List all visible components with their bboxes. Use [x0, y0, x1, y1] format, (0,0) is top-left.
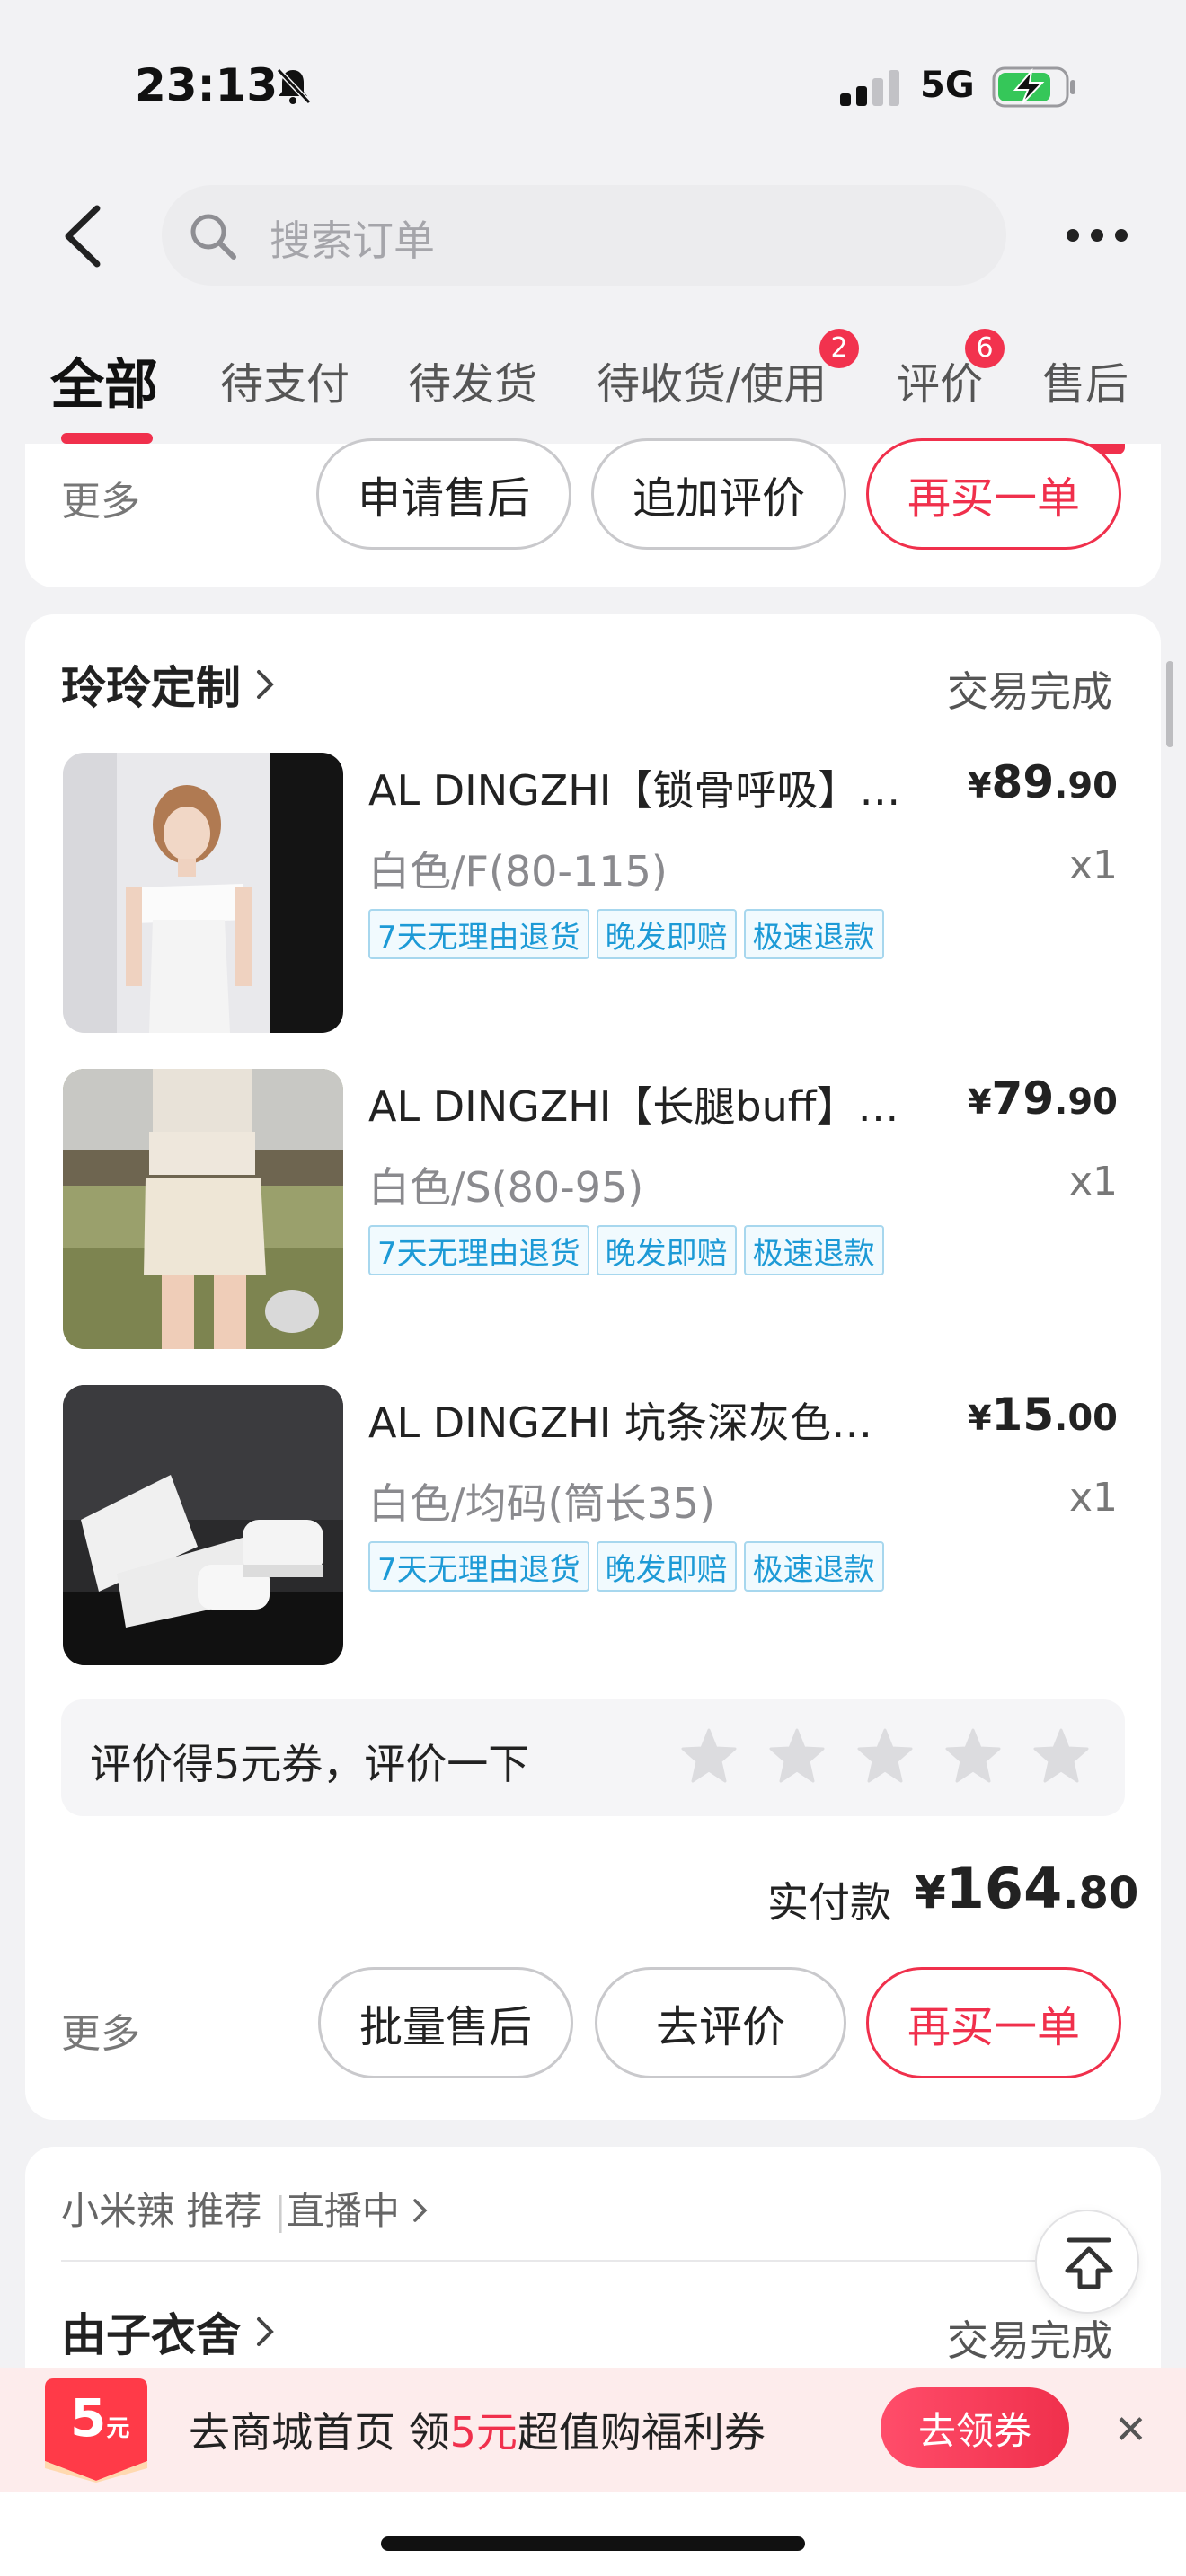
recommendation-line[interactable]: 小米辣 推荐 |直播中 [61, 2181, 429, 2236]
home-indicator[interactable] [381, 2536, 805, 2551]
store-name: 玲玲定制 [61, 662, 241, 714]
store-name: 由子衣舍 [61, 2309, 241, 2361]
tab-after-sales[interactable]: 售后 [1042, 348, 1128, 411]
product-qty: x1 [1068, 842, 1118, 888]
product-title[interactable]: AL DINGZHI【锁骨呼吸】… [368, 758, 907, 817]
more-link[interactable]: 更多 [61, 2001, 140, 2059]
star-icon[interactable] [855, 1726, 915, 1789]
tag-late-ship-compensation: 晚发即赔 [596, 1225, 737, 1275]
tab-all[interactable]: 全部 [50, 341, 158, 419]
chevron-right-icon [257, 670, 274, 699]
star-icon[interactable] [679, 1726, 739, 1789]
product-spec: 白色/F(80-115) [368, 847, 668, 895]
buy-again-button[interactable]: 再买一单 [866, 1967, 1121, 2078]
star-icon[interactable] [1031, 1726, 1091, 1789]
chevron-right-icon [257, 2317, 274, 2346]
coupon-badge: 5元 [38, 2375, 155, 2484]
service-tags: 7天无理由退货 晚发即赔 极速退款 [368, 1541, 884, 1592]
apply-after-sales-button[interactable]: 申请售后 [316, 438, 571, 550]
tag-fast-refund: 极速退款 [743, 1225, 884, 1275]
tag-7day-return: 7天无理由退货 [368, 1225, 589, 1275]
go-review-button[interactable]: 去评价 [595, 1967, 846, 2078]
tab-badge-review: 6 [965, 329, 1005, 368]
review-prompt-text: 评价得5元券，评价一下 [90, 1740, 530, 1788]
status-time: 23:13 [135, 59, 279, 111]
star-icon[interactable] [767, 1726, 827, 1789]
tag-late-ship-compensation: 晚发即赔 [596, 909, 737, 959]
rec-source: 小米辣 [61, 2189, 175, 2233]
rec-label: 推荐 [186, 2189, 262, 2233]
claim-coupon-button[interactable]: 去领券 [881, 2387, 1069, 2468]
tag-late-ship-compensation: 晚发即赔 [596, 1541, 737, 1592]
order-status: 交易完成 [947, 667, 1112, 716]
chevron-right-icon [413, 2199, 428, 2222]
coupon-badge-unit: 元 [106, 2415, 130, 2442]
tab-pending-shipment[interactable]: 待发货 [408, 348, 537, 411]
add-review-button[interactable]: 追加评价 [591, 438, 846, 550]
search-icon [187, 210, 239, 266]
close-icon[interactable]: ✕ [1114, 2407, 1147, 2453]
coupon-badge-amount: 5 [70, 2387, 107, 2448]
product-thumbnail[interactable] [63, 753, 343, 1033]
batch-after-sales-button[interactable]: 批量售后 [318, 1967, 573, 2078]
cellular-signal-icon [840, 70, 903, 110]
tab-badge-receipt: 2 [819, 329, 859, 368]
product-qty: x1 [1068, 1159, 1118, 1204]
product-title[interactable]: AL DINGZHI【长腿buff】… [368, 1074, 907, 1134]
tab-pending-payment[interactable]: 待支付 [220, 348, 350, 411]
store-link[interactable]: 玲玲定制 [61, 652, 277, 717]
tab-active-indicator [61, 433, 153, 444]
product-price: ¥89.90 [968, 756, 1118, 808]
bottom-safe-area [0, 2492, 1186, 2576]
back-to-top-icon [1065, 2237, 1113, 2289]
back-arrow-icon[interactable] [61, 205, 106, 271]
product-title[interactable]: AL DINGZHI 坑条深灰色小… [368, 1390, 907, 1450]
product-qty: x1 [1068, 1475, 1118, 1521]
tag-fast-refund: 极速退款 [743, 1541, 884, 1592]
battery-charging-icon [992, 66, 1078, 111]
product-spec: 白色/均码(筒长35) [368, 1479, 715, 1528]
order-list-page: 23:13 5G 搜索订单 全部 待支付 待发货 待收货/使用 2 评价 6 售… [0, 0, 1186, 2576]
product-price: ¥79.90 [968, 1072, 1118, 1125]
tag-7day-return: 7天无理由退货 [368, 1541, 589, 1592]
live-status: 直播中 [286, 2189, 400, 2233]
tag-fast-refund: 极速退款 [743, 909, 884, 959]
more-dots-icon[interactable] [1066, 226, 1128, 248]
network-label: 5G [920, 65, 975, 106]
product-price: ¥15.00 [968, 1389, 1118, 1441]
store-link[interactable]: 由子衣舍 [61, 2299, 277, 2364]
tag-7day-return: 7天无理由退货 [368, 909, 589, 959]
scrollbar[interactable] [1166, 661, 1173, 747]
paid-label: 实付款 [767, 1878, 891, 1927]
service-tags: 7天无理由退货 晚发即赔 极速退款 [368, 1225, 884, 1275]
product-spec: 白色/S(80-95) [368, 1163, 644, 1212]
paid-amount: ¥164.80 [915, 1856, 1139, 1921]
service-tags: 7天无理由退货 晚发即赔 极速退款 [368, 909, 884, 959]
product-thumbnail[interactable] [63, 1385, 343, 1665]
search-placeholder: 搜索订单 [270, 216, 435, 265]
tab-pending-receipt[interactable]: 待收货/使用 [597, 348, 827, 411]
buy-again-button[interactable]: 再买一单 [866, 438, 1121, 550]
star-icon[interactable] [943, 1726, 1003, 1789]
back-to-top-button[interactable] [1035, 2210, 1139, 2314]
more-link[interactable]: 更多 [61, 469, 140, 526]
product-thumbnail[interactable] [63, 1069, 343, 1349]
coupon-text: 去商城首页 领5元超值购福利券 [189, 2408, 766, 2457]
order-status: 交易完成 [947, 2316, 1112, 2365]
divider [61, 2260, 1125, 2262]
bell-slash-icon [273, 66, 313, 110]
